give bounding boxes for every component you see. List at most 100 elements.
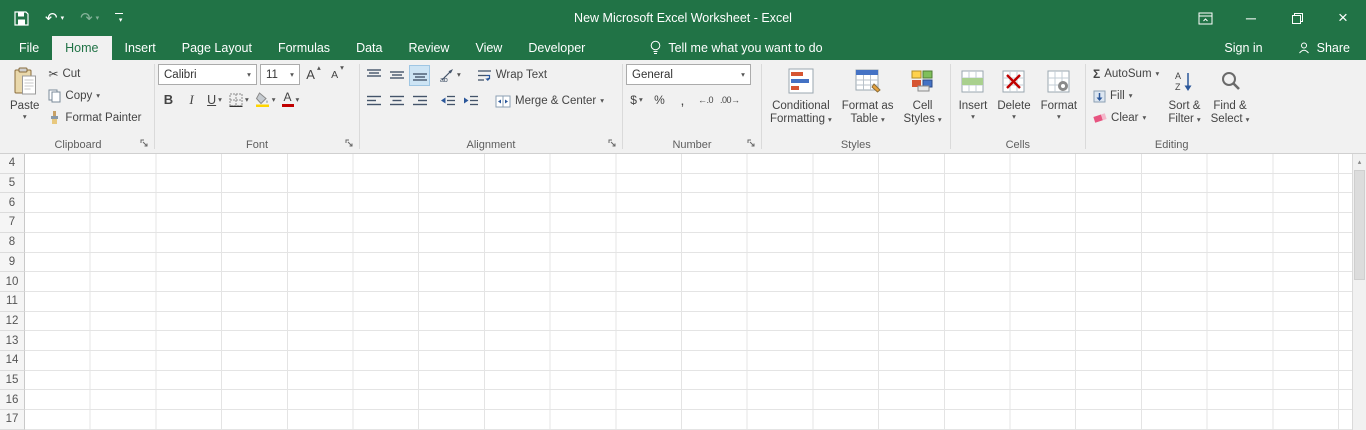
tell-me-box[interactable]: Tell me what you want to do [650,36,822,60]
italic-button[interactable]: I [181,89,202,110]
decrease-decimal-button[interactable]: .00→ [718,89,742,110]
increase-indent-button[interactable] [460,91,481,112]
undo-caret-icon[interactable]: ▾ [61,14,65,22]
row-header[interactable]: 17 [0,410,25,430]
fill-button[interactable]: Fill ▾ [1089,85,1163,107]
cell-styles-button[interactable]: Cell Styles ▾ [899,62,947,136]
row-cells[interactable] [25,213,1352,233]
percent-style-button[interactable]: % [649,89,670,110]
row-header[interactable]: 10 [0,272,25,292]
tab-home[interactable]: Home [52,36,111,60]
row-cells[interactable] [25,272,1352,292]
undo-button[interactable]: ↶ ▾ [37,0,72,36]
row-header[interactable]: 14 [0,351,25,371]
fill-color-button[interactable]: ▾ [253,89,278,110]
tab-page-layout[interactable]: Page Layout [169,36,265,60]
row-header[interactable]: 11 [0,292,25,312]
align-right-button[interactable] [409,91,430,112]
font-size-combo[interactable]: 11 ▾ [260,64,300,85]
number-format-combo[interactable]: General ▾ [626,64,751,85]
font-color-button[interactable]: A ▾ [280,89,302,110]
row-cells[interactable] [25,371,1352,391]
increase-decimal-button[interactable]: ←.0 [695,89,716,110]
customize-qat-button[interactable]: ▾ [107,0,131,36]
save-button[interactable] [6,0,37,36]
accounting-format-button[interactable]: $ ▾ [626,89,647,110]
row-header[interactable]: 13 [0,331,25,351]
row-cells[interactable] [25,312,1352,332]
bold-button[interactable]: B [158,89,179,110]
ribbon-display-options-button[interactable] [1182,0,1228,36]
align-center-button[interactable] [386,91,407,112]
minimize-button[interactable]: ─ [1228,0,1274,36]
close-button[interactable]: × [1320,0,1366,36]
row-cells[interactable] [25,174,1352,194]
wrap-text-button[interactable]: Wrap Text [473,64,551,86]
row-cells[interactable] [25,193,1352,213]
row-cells[interactable] [25,253,1352,273]
tab-data[interactable]: Data [343,36,395,60]
alignment-dialog-launcher[interactable] [606,137,619,150]
format-cells-button[interactable]: Format ▾ [1036,62,1082,136]
underline-button[interactable]: U ▾ [204,89,225,110]
find-select-button[interactable]: Find & Select ▾ [1206,62,1255,136]
format-painter-button[interactable]: Format Painter [44,107,145,129]
comma-style-button[interactable]: , [672,89,693,110]
cut-button[interactable]: ✂ Cut [44,63,145,85]
borders-button[interactable]: ▾ [227,89,251,110]
align-left-button[interactable] [363,91,384,112]
format-painter-icon [48,111,61,125]
scroll-up-button[interactable]: ▴ [1353,154,1366,169]
clipboard-dialog-launcher[interactable] [138,137,151,150]
row-header[interactable]: 4 [0,154,25,174]
copy-button[interactable]: Copy ▾ [44,85,145,107]
decrease-indent-button[interactable] [437,91,458,112]
row-header[interactable]: 6 [0,193,25,213]
tab-review[interactable]: Review [395,36,462,60]
row-cells[interactable] [25,390,1352,410]
tab-formulas[interactable]: Formulas [265,36,343,60]
conditional-formatting-button[interactable]: Conditional Formatting ▾ [765,62,837,136]
tab-file[interactable]: File [6,36,52,60]
row-header[interactable]: 15 [0,371,25,391]
row-header[interactable]: 12 [0,312,25,332]
row-cells[interactable] [25,154,1352,174]
bottom-align-button[interactable] [409,65,430,86]
insert-cells-button[interactable]: Insert ▾ [954,62,993,136]
clear-button[interactable]: Clear ▾ [1089,107,1163,129]
row-header[interactable]: 8 [0,233,25,253]
restore-button[interactable] [1274,0,1320,36]
row-cells[interactable] [25,351,1352,371]
sign-in-button[interactable]: Sign in [1206,36,1280,60]
middle-align-button[interactable] [386,65,407,86]
row-cells[interactable] [25,410,1352,430]
delete-cells-button[interactable]: Delete ▾ [992,62,1035,136]
sort-filter-button[interactable]: AZ Sort & Filter ▾ [1163,62,1205,136]
tab-insert[interactable]: Insert [112,36,169,60]
format-as-table-button[interactable]: Format as Table ▾ [837,62,899,136]
redo-caret-icon[interactable]: ▾ [96,14,100,22]
row-cells[interactable] [25,292,1352,312]
vertical-scrollbar[interactable]: ▴ [1352,154,1366,430]
top-align-button[interactable] [363,65,384,86]
font-name-combo[interactable]: Calibri ▾ [158,64,257,85]
tab-developer[interactable]: Developer [515,36,598,60]
decrease-font-size-button[interactable]: A▾ [327,64,348,85]
row-header[interactable]: 16 [0,390,25,410]
tab-view[interactable]: View [462,36,515,60]
number-dialog-launcher[interactable] [745,137,758,150]
orientation-button[interactable]: ab ▾ [437,65,463,86]
row-header[interactable]: 9 [0,253,25,273]
increase-font-size-button[interactable]: A▴ [303,64,324,85]
paste-button[interactable]: Paste ▾ [5,62,44,136]
row-cells[interactable] [25,233,1352,253]
font-dialog-launcher[interactable] [343,137,356,150]
merge-center-button[interactable]: Merge & Center ▾ [491,90,608,112]
scrollbar-thumb[interactable] [1354,170,1365,280]
row-cells[interactable] [25,331,1352,351]
row-header[interactable]: 7 [0,213,25,233]
redo-button[interactable]: ↷ ▾ [72,0,107,36]
share-button[interactable]: Share [1281,36,1366,60]
row-header[interactable]: 5 [0,174,25,194]
autosum-button[interactable]: Σ AutoSum ▾ [1089,63,1163,85]
